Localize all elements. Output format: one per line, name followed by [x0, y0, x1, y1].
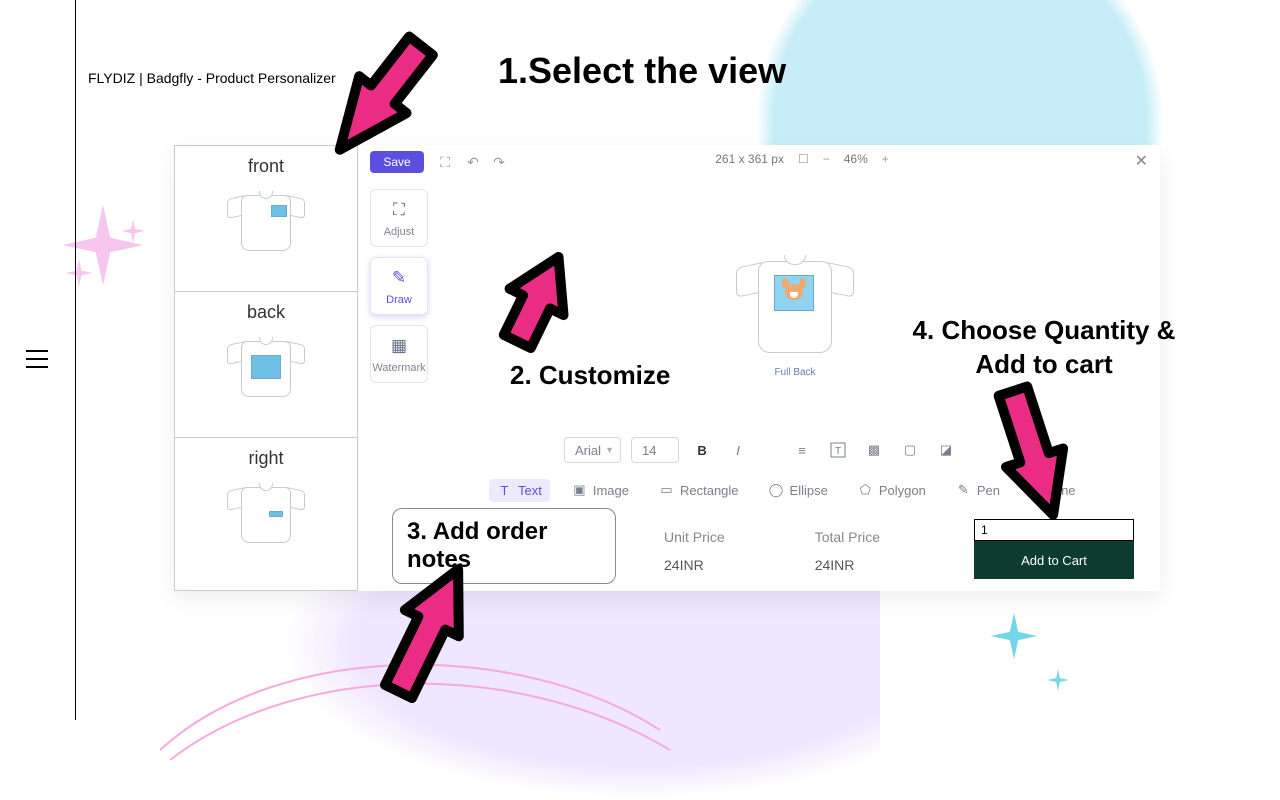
annotation-step-1: 1.Select the view [498, 50, 786, 92]
sparkle-icon [64, 258, 94, 288]
view-option-right[interactable]: right SIDE VIEW [175, 438, 357, 584]
watermark-icon: ▦ [391, 336, 407, 356]
annotation-arrow-3 [352, 548, 502, 718]
polygon-icon: ⬠ [858, 483, 873, 498]
rectangle-icon: ▭ [659, 483, 674, 498]
views-panel: front back right SIDE VIEW [174, 145, 358, 591]
italic-button[interactable]: I [725, 437, 751, 463]
canvas-preview[interactable] [734, 251, 856, 361]
zoom-in-button[interactable]: + [882, 152, 889, 166]
annotation-arrow-1 [296, 12, 466, 182]
text-icon: T [497, 483, 512, 498]
tool-draw[interactable]: ✎ Draw [370, 257, 428, 315]
annotation-step-2: 2. Customize [510, 360, 670, 391]
crop-icon[interactable]: ☐ [798, 152, 809, 166]
sparkle-icon [988, 610, 1040, 662]
unit-price-value: 24INR [664, 557, 725, 573]
tool-text[interactable]: T Text [489, 479, 550, 502]
annotation-arrow-4 [968, 378, 1098, 528]
adjust-icon: ⛶ [393, 200, 405, 220]
draw-icon: ✎ [392, 268, 406, 288]
annotation-arrow-2 [452, 246, 622, 356]
transparency-button[interactable]: ▩ [861, 437, 887, 463]
font-select[interactable]: Arial▾ [564, 437, 621, 463]
annotation-step-4: 4. Choose Quantity & Add to cart [894, 314, 1194, 382]
close-icon[interactable]: ✕ [1135, 151, 1148, 171]
text-box-button[interactable]: T [825, 437, 851, 463]
tshirt-thumb-front [227, 187, 305, 255]
font-size-select[interactable]: 14 [631, 437, 679, 463]
zoom-level: 46% [844, 152, 868, 166]
view-option-back[interactable]: back [175, 292, 357, 438]
total-price-value: 24INR [815, 557, 880, 573]
menu-hamburger[interactable] [26, 350, 48, 368]
canvas-caption: Full Back [734, 367, 856, 378]
canvas-header: 261 x 361 px ☐ − 46% + [444, 145, 1160, 173]
align-button[interactable]: ≡ [789, 437, 815, 463]
bold-button[interactable]: B [689, 437, 715, 463]
tool-ellipse[interactable]: ◯ Ellipse [761, 479, 836, 502]
unit-price-label: Unit Price [664, 529, 725, 545]
vertical-divider [75, 0, 76, 720]
tshirt-thumb-back [227, 333, 305, 401]
tool-polygon[interactable]: ⬠ Polygon [850, 479, 934, 502]
ellipse-icon: ◯ [769, 483, 784, 498]
tool-adjust[interactable]: ⛶ Adjust [370, 189, 428, 247]
total-price-label: Total Price [815, 529, 880, 545]
zoom-out-button[interactable]: − [823, 152, 830, 166]
sparkle-icon [120, 218, 146, 244]
svg-text:T: T [835, 446, 841, 457]
canvas-dimensions: 261 x 361 px [715, 152, 784, 166]
tool-rectangle[interactable]: ▭ Rectangle [651, 479, 747, 502]
tshirt-thumb-right: SIDE VIEW [227, 479, 305, 547]
add-to-cart-button[interactable]: Add to Cart [974, 541, 1134, 579]
design-artwork [780, 282, 808, 304]
tool-watermark[interactable]: ▦ Watermark [370, 325, 428, 383]
tool-image[interactable]: ▣ Image [564, 479, 637, 502]
sparkle-icon [1046, 668, 1070, 692]
fill-button[interactable]: ◪ [933, 437, 959, 463]
image-icon: ▣ [572, 483, 587, 498]
outline-button[interactable]: ▢ [897, 437, 923, 463]
